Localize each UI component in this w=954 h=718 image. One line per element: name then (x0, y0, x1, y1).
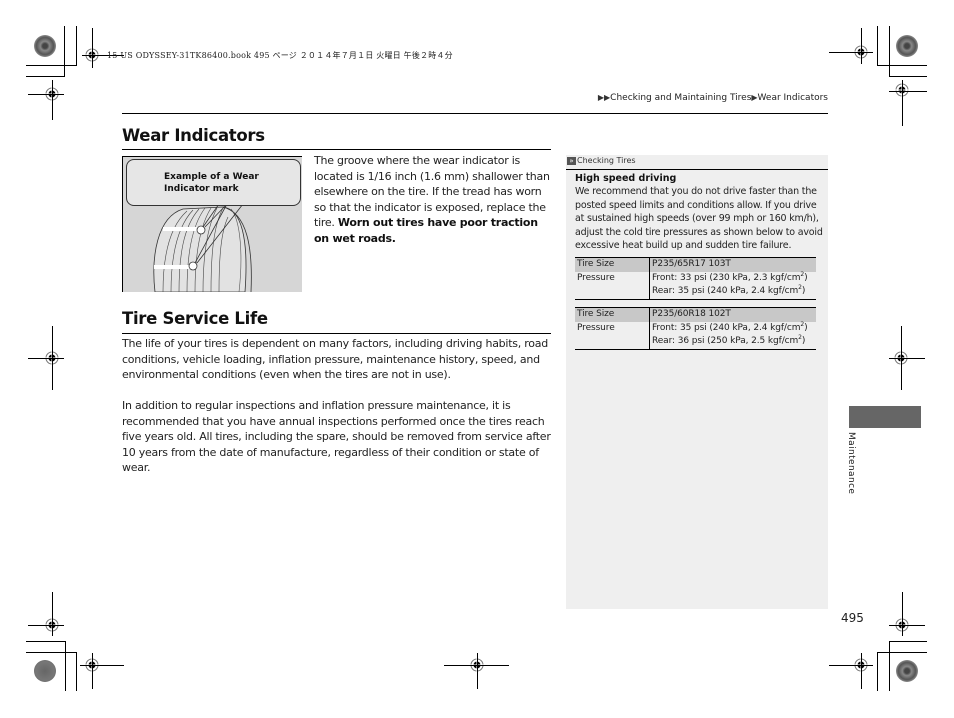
front-pressure: Front: 35 psi (240 kPa, 2.4 kgf/cm (652, 322, 801, 333)
wear-indicators-body: The groove where the wear indicator is l… (314, 153, 552, 246)
table-row: Pressure Front: 35 psi (240 kPa, 2.4 kgf… (575, 321, 816, 350)
figure-callout: Example of a Wear Indicator mark (126, 159, 301, 206)
close-paren: ) (804, 272, 808, 283)
table-row: Tire Size P235/65R17 103T (575, 257, 816, 272)
page-number: 495 (841, 611, 864, 625)
pressure-values: Front: 35 psi (240 kPa, 2.4 kgf/cm2) Rea… (649, 321, 816, 350)
double-chevron-right-icon: » (567, 156, 576, 165)
crop-line (26, 65, 77, 66)
crop-line (889, 91, 927, 92)
front-pressure: Front: 33 psi (230 kPa, 2.3 kgf/cm (652, 272, 801, 283)
table-row: Tire Size P235/60R18 102T (575, 307, 816, 322)
breadcrumb: ▶▶Checking and Maintaining Tires▶Wear In… (598, 93, 828, 103)
side-panel-title: High speed driving (575, 173, 677, 184)
color-rosette-icon (34, 35, 56, 57)
crop-line (861, 653, 862, 689)
crop-line (861, 28, 862, 64)
pressure-label: Pressure (575, 271, 650, 300)
section-rule (122, 149, 551, 150)
pressure-values: Front: 33 psi (230 kPa, 2.3 kgf/cm2) Rea… (649, 271, 816, 300)
crop-line (92, 28, 93, 68)
tire-pressure-table: Tire Size P235/60R18 102T Pressure Front… (575, 307, 816, 350)
tire-size: P235/60R18 102T (649, 307, 816, 322)
crop-line (26, 652, 77, 653)
tire-service-life-paragraph-1: The life of your tires is dependent on m… (122, 337, 548, 381)
crop-line (92, 653, 93, 689)
callout-label: Example of a Wear Indicator mark (164, 172, 259, 194)
print-slug: 15 US ODYSSEY-31TK86400.book 495 ページ ２０１… (107, 51, 453, 60)
wear-indicator-figure: Example of a Wear Indicator mark (122, 156, 302, 292)
close-paren: ) (801, 336, 806, 346)
crop-line (877, 652, 927, 653)
color-rosette-icon (896, 660, 918, 682)
crop-line (52, 80, 53, 120)
section-tab-label: Maintenance (846, 432, 856, 495)
crop-line (829, 665, 873, 666)
crop-line (28, 94, 64, 95)
breadcrumb-item[interactable]: Checking and Maintaining Tires (610, 93, 751, 103)
crop-line (52, 592, 53, 636)
crop-line (829, 52, 873, 53)
tire-size: P235/65R17 103T (649, 257, 816, 272)
crop-line (65, 641, 66, 691)
rear-pressure: Rear: 36 psi (250 kPa, 2.5 kgf/cm (652, 336, 799, 346)
crop-line (889, 641, 927, 642)
section-title-wear-indicators: Wear Indicators (122, 126, 265, 145)
rear-pressure: Rear: 35 psi (240 kPa, 2.4 kgf/cm (652, 286, 799, 296)
double-triangle-right-icon: ▶▶ (597, 93, 611, 102)
crop-line (902, 592, 903, 636)
crop-line (877, 65, 927, 66)
crop-line (902, 80, 903, 126)
tire-pressure-table: Tire Size P235/65R17 103T Pressure Front… (575, 257, 816, 300)
section-title-tire-service-life: Tire Service Life (122, 309, 268, 328)
tire-service-life-paragraph-2: In addition to regular inspections and i… (122, 399, 551, 474)
crop-line (889, 26, 890, 77)
size-label: Tire Size (575, 307, 650, 322)
crop-line (28, 625, 64, 626)
section-thumb-tab[interactable] (849, 406, 921, 428)
crop-line (889, 358, 925, 359)
side-panel-rule (566, 169, 828, 170)
crop-line (26, 641, 65, 642)
close-paren: ) (804, 322, 808, 333)
wear-indicators-warning: Worn out tires have poor traction on wet… (314, 216, 538, 245)
table-row: Pressure Front: 33 psi (230 kPa, 2.3 kgf… (575, 271, 816, 300)
crop-line (76, 26, 77, 66)
crop-line (889, 76, 927, 77)
crop-line (80, 665, 124, 666)
crop-line (64, 26, 65, 76)
pressure-label: Pressure (575, 321, 650, 350)
side-panel-header-label[interactable]: Checking Tires (577, 156, 636, 165)
size-label: Tire Size (575, 257, 650, 272)
section-rule (122, 333, 551, 334)
color-rosette-icon (896, 35, 918, 57)
crop-line (28, 358, 64, 359)
side-panel-header: » Checking Tires (566, 155, 828, 168)
crop-line (877, 652, 878, 691)
crop-line (889, 625, 925, 626)
close-paren: ) (801, 286, 806, 296)
crop-line (444, 665, 509, 666)
header-rule (122, 113, 828, 114)
side-panel-text: We recommend that you do not drive faste… (575, 186, 823, 252)
crop-line (889, 641, 890, 691)
crop-line (877, 26, 878, 66)
side-note-panel: » Checking Tires High speed driving We re… (566, 155, 828, 609)
crop-line (76, 652, 77, 691)
crop-line (477, 653, 478, 689)
crop-line (26, 76, 65, 77)
breadcrumb-item[interactable]: Wear Indicators (758, 93, 828, 103)
color-rosette-icon (34, 660, 56, 682)
